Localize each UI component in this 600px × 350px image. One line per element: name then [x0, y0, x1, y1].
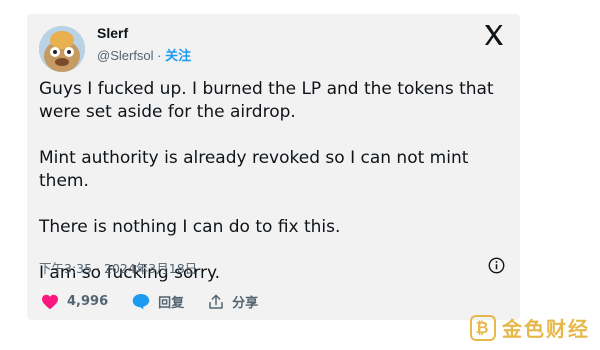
reply-button[interactable]: 回复	[132, 292, 184, 311]
like-button[interactable]: 4,996	[41, 294, 108, 310]
share-icon	[209, 294, 223, 309]
watermark: ₿ 金色财经	[470, 313, 590, 342]
info-icon[interactable]	[488, 257, 505, 274]
tweet-card: Slerf @Slerfsol · 关注 Guys I fucked up. I…	[27, 14, 520, 320]
author-handle[interactable]: @Slerfsol	[97, 48, 154, 63]
x-logo-icon[interactable]	[482, 23, 506, 47]
avatar[interactable]	[39, 26, 85, 72]
follow-button[interactable]: 关注	[165, 48, 191, 63]
author-name[interactable]: Slerf	[97, 25, 128, 41]
heart-icon	[42, 294, 58, 309]
author-handle-row: @Slerfsol · 关注	[97, 45, 191, 64]
watermark-logo-icon: ₿	[470, 314, 496, 341]
tweet-paragraph: Guys I fucked up. I burned the LP and th…	[39, 79, 494, 122]
tweet-paragraph: Mint authority is already revoked so I c…	[39, 148, 469, 191]
reply-bubble-icon	[132, 294, 150, 310]
like-count: 4,996	[67, 294, 109, 309]
tweet-paragraph: There is nothing I can do to fix this.	[39, 217, 341, 237]
tweet-timestamp[interactable]: 下午3:35 · 2024年3月18日	[39, 258, 197, 277]
watermark-text: 金色财经	[502, 317, 590, 341]
action-bar: 4,996 回复 分享	[41, 292, 282, 311]
reply-label: 回复	[158, 296, 185, 311]
separator: ·	[157, 48, 162, 63]
share-button[interactable]: 分享	[208, 292, 258, 311]
share-label: 分享	[232, 296, 259, 311]
